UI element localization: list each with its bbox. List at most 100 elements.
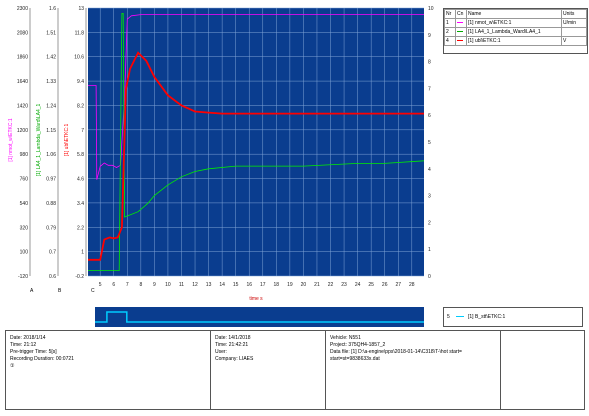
legend-swatch <box>455 36 467 46</box>
right-tick-label: 3 <box>428 194 431 200</box>
y-tick-label: 1200 <box>17 128 28 134</box>
info-column-recording: Date: 2018/1/14 Time: 21:12 Pre-trigger … <box>6 331 211 409</box>
x-tick-label: 7 <box>126 282 129 288</box>
info-line: Data file: [1] D:\a-engine\pps\2018-01-1… <box>330 349 462 355</box>
y-tick-label: 100 <box>20 250 29 256</box>
y-tick-label: 1640 <box>17 79 28 85</box>
y-tick-label: 1.33 <box>46 79 56 85</box>
digital-legend[interactable]: 5 [1] B_stt\ETKC:1 <box>443 307 583 327</box>
info-line: Vehicle: N551 <box>330 335 361 341</box>
legend-name: [1] ubl\ETKC:1 <box>466 36 562 46</box>
right-tick-label: 7 <box>428 86 431 92</box>
legend-row[interactable]: 2 [1] LA4_1_Lambda_Ward\LA4_1 <box>444 27 587 37</box>
y-tick-label: 1.06 <box>46 152 56 158</box>
legend-unit: V <box>561 36 587 46</box>
x-tick-label: 24 <box>355 282 361 288</box>
legend-row[interactable]: 1 [1] nmot_w\ETKC:1 U/min <box>444 18 587 28</box>
y-tick-label: 320 <box>20 225 29 231</box>
y-tick-label: 540 <box>20 201 29 207</box>
x-tick-label: 9 <box>153 282 156 288</box>
digital-legend-name: [1] B_stt\ETKC:1 <box>468 314 506 320</box>
x-tick-label: 8 <box>139 282 142 288</box>
info-line: Pre-trigger Time: 5[s] <box>10 349 57 355</box>
y-tick-label: 1.24 <box>46 103 56 109</box>
x-tick-label: 5 <box>99 282 102 288</box>
right-tick-label: 0 <box>428 274 431 280</box>
x-axis-label: time s <box>249 296 263 302</box>
right-tick-label: 9 <box>428 33 431 39</box>
info-panel: Date: 2018/1/14 Time: 21:12 Pre-trigger … <box>5 330 585 410</box>
y-tick-label: 8.2 <box>77 103 84 109</box>
x-tick-label: 25 <box>368 282 374 288</box>
x-tick-label: 11 <box>179 282 184 288</box>
x-tick-label: 26 <box>382 282 388 288</box>
info-line: User: <box>215 349 227 355</box>
axis-letter-a: A <box>30 288 34 294</box>
info-line: ① <box>10 363 15 369</box>
y-tick-label: 9.4 <box>77 79 84 85</box>
right-axis: 109876543210 <box>428 6 434 280</box>
y-axis-label: [1] LA4_1_Lambda_Ward\LA4_1 <box>36 103 42 176</box>
right-tick-label: 6 <box>428 113 431 119</box>
right-tick-label: 4 <box>428 167 431 173</box>
legend-row[interactable]: 4 [1] ubl\ETKC:1 V <box>444 36 587 46</box>
x-axis: 5 6 7 8 9 10 11 12 13 14 15 16 17 18 19 20 21 22 23 24 25 26 2… <box>99 282 415 288</box>
y-axis-label: [1] ubl\ETKC:1 <box>64 124 70 157</box>
info-line: Recording Duration: 00:0721 <box>10 356 74 362</box>
x-tick-label: 21 <box>314 282 320 288</box>
y-tick-label: 0.6 <box>49 274 56 280</box>
y-tick-label: 4.6 <box>77 177 84 183</box>
plot-background <box>88 8 424 276</box>
info-line: Company: LIAES <box>215 356 254 362</box>
info-line: start=st=9838633x.dat <box>330 356 380 362</box>
legend-name: [1] LA4_1_Lambda_Ward\LA4_1 <box>466 27 562 37</box>
y-tick-label: 1.51 <box>46 30 56 36</box>
right-tick-label: 10 <box>428 6 434 12</box>
x-tick-label: 22 <box>328 282 334 288</box>
y-tick-label: 10.6 <box>74 55 84 61</box>
legend-header-nr: Nr <box>444 9 456 19</box>
y-tick-label: 0.88 <box>46 201 56 207</box>
y-tick-label: -120 <box>18 274 28 280</box>
y-tick-label: 7 <box>81 128 84 134</box>
info-line: Time: 21:42:21 <box>215 342 249 348</box>
legend-unit: U/min <box>561 18 587 28</box>
x-tick-label: 27 <box>395 282 401 288</box>
y-tick-label: 1.6 <box>49 6 56 12</box>
x-tick-label: 16 <box>246 282 252 288</box>
legend-header-cn: Cn <box>455 9 467 19</box>
info-line: Date: 2018/1/14 <box>10 335 46 341</box>
right-tick-label: 8 <box>428 60 431 66</box>
y-tick-label: 5.8 <box>77 152 84 158</box>
y-tick-label: 1420 <box>17 103 28 109</box>
x-tick-label: 17 <box>260 282 266 288</box>
info-line: Time: 21:12 <box>10 342 37 348</box>
x-tick-label: 23 <box>341 282 347 288</box>
right-tick-label: 1 <box>428 247 431 253</box>
info-column-user: Date: 14/1/2018 Time: 21:42:21 User: Com… <box>211 331 326 409</box>
x-tick-label: 20 <box>301 282 307 288</box>
x-tick-label: 14 <box>219 282 225 288</box>
x-tick-label: 18 <box>274 282 280 288</box>
y-tick-label: 0.7 <box>49 250 56 256</box>
x-tick-label: 19 <box>287 282 293 288</box>
legend-panel: Nr Cn Name Units 1 [1] nmot_w\ETKC:1 U/m… <box>443 8 588 54</box>
y-tick-label: 0.97 <box>46 177 56 183</box>
axis-letter-b: B <box>58 288 62 294</box>
y-tick-label: 1.15 <box>46 128 56 134</box>
x-tick-label: 15 <box>233 282 239 288</box>
legend-nr: 1 <box>444 18 456 28</box>
y-tick-label: 2300 <box>17 6 28 12</box>
info-line: Date: 14/1/2018 <box>215 335 251 341</box>
digital-legend-nr: 5 <box>447 314 450 320</box>
legend-unit <box>561 27 587 37</box>
digital-strip-background <box>95 307 424 327</box>
y-tick-label: 980 <box>20 152 29 158</box>
legend-header-units: Units <box>561 9 587 19</box>
legend-header-name: Name <box>466 9 562 19</box>
y-tick-label: 1860 <box>17 55 28 61</box>
y-tick-label: 11.8 <box>75 30 85 36</box>
y-tick-label: 3.4 <box>77 201 84 207</box>
legend-swatch <box>455 27 467 37</box>
y-tick-label: 13 <box>78 6 84 12</box>
